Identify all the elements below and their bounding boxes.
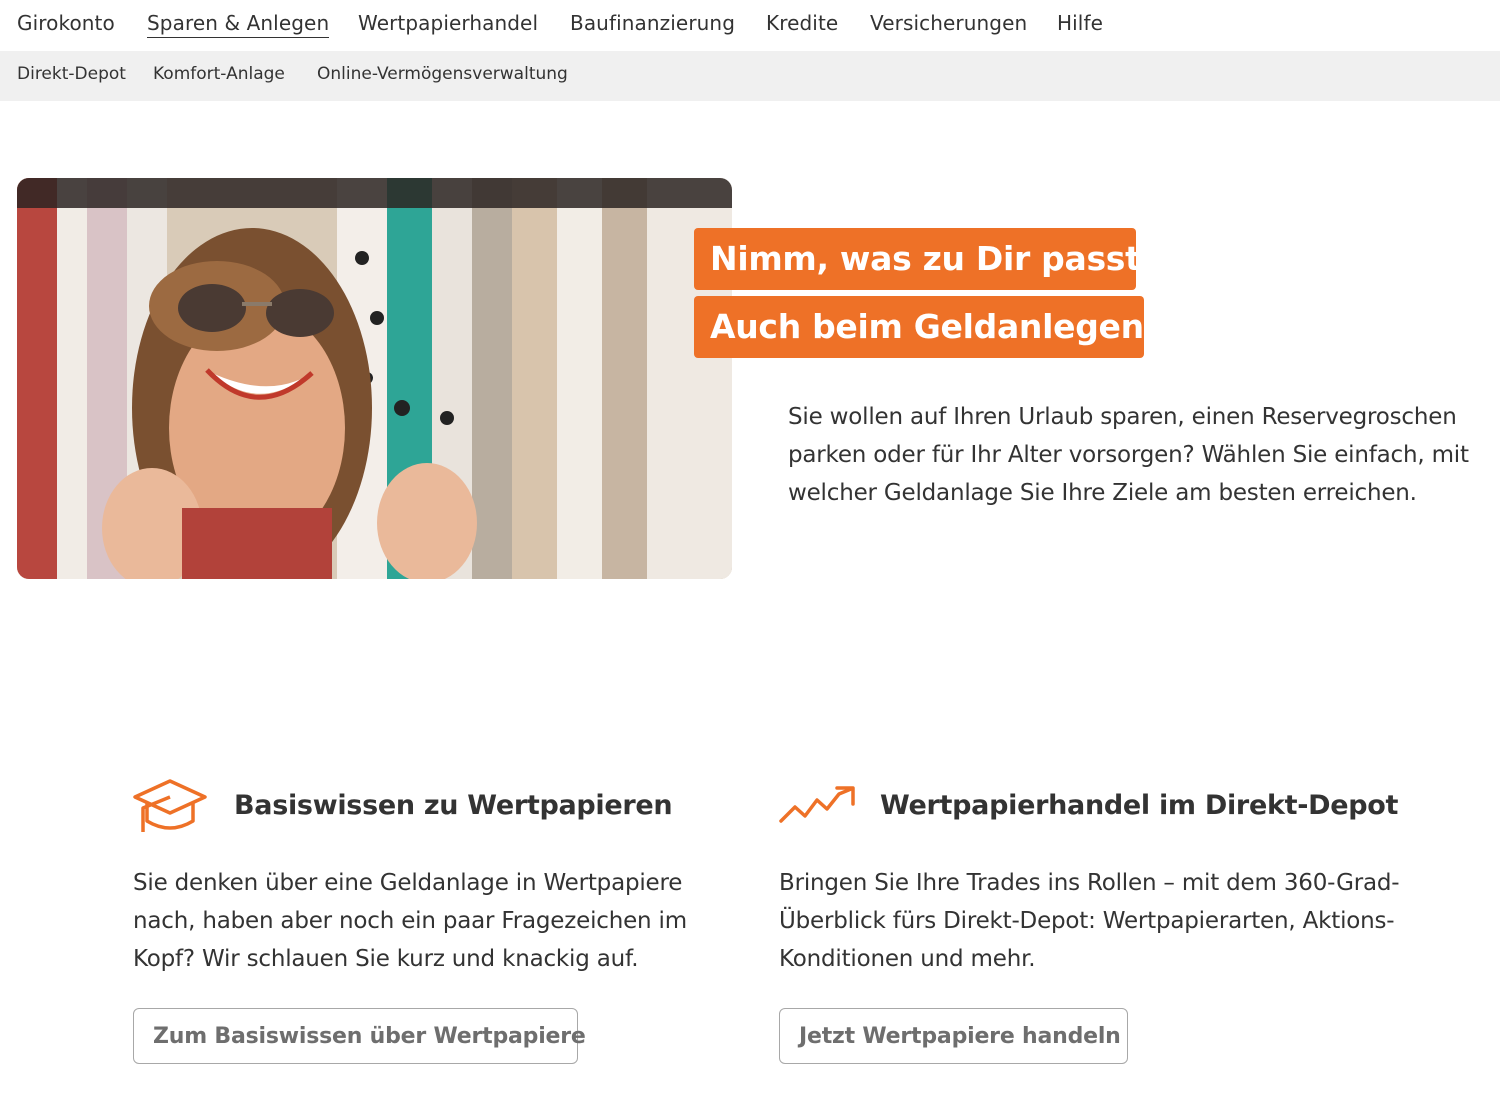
sub-navigation: Direkt-Depot Komfort-Anlage Online-Vermö… bbox=[0, 51, 1500, 101]
hero-image bbox=[17, 178, 732, 579]
graduation-cap-icon bbox=[133, 778, 207, 840]
feature-title: Wertpapierhandel im Direkt-Depot bbox=[880, 790, 1399, 821]
nav-item-versicherungen[interactable]: Versicherungen bbox=[870, 11, 1027, 35]
hero-description: Sie wollen auf Ihren Urlaub sparen, eine… bbox=[788, 404, 1469, 506]
nav-item-kredite[interactable]: Kredite bbox=[766, 11, 838, 35]
feature-description: Bringen Sie Ihre Trades ins Rollen – mit… bbox=[779, 870, 1400, 972]
subnav-item-online-vermoegensverwaltung[interactable]: Online-Vermögensverwaltung bbox=[317, 64, 568, 84]
subnav-item-direkt-depot[interactable]: Direkt-Depot bbox=[17, 64, 126, 84]
feature-description: Sie denken über eine Geldanlage in Wertp… bbox=[133, 870, 687, 972]
wertpapiere-handeln-button[interactable]: Jetzt Wertpapiere handeln bbox=[779, 1008, 1128, 1064]
nav-item-girokonto[interactable]: Girokonto bbox=[17, 11, 115, 35]
main-navigation: Girokonto Sparen & Anlegen Wertpapierhan… bbox=[0, 0, 1500, 51]
hero-headline-line-2: Auch beim Geldanlegen. bbox=[694, 296, 1156, 358]
subnav-item-komfort-anlage[interactable]: Komfort-Anlage bbox=[153, 64, 285, 84]
nav-item-hilfe[interactable]: Hilfe bbox=[1057, 11, 1103, 35]
nav-item-wertpapierhandel[interactable]: Wertpapierhandel bbox=[358, 11, 538, 35]
nav-item-sparen-anlegen[interactable]: Sparen & Anlegen bbox=[147, 11, 330, 38]
feature-title: Basiswissen zu Wertpapieren bbox=[234, 790, 673, 821]
hero-headline-line-1: Nimm, was zu Dir passt. bbox=[694, 228, 1153, 290]
basiswissen-button[interactable]: Zum Basiswissen über Wertpapiere bbox=[133, 1008, 586, 1064]
nav-item-baufinanzierung[interactable]: Baufinanzierung bbox=[570, 11, 735, 35]
trend-up-icon bbox=[779, 778, 857, 832]
